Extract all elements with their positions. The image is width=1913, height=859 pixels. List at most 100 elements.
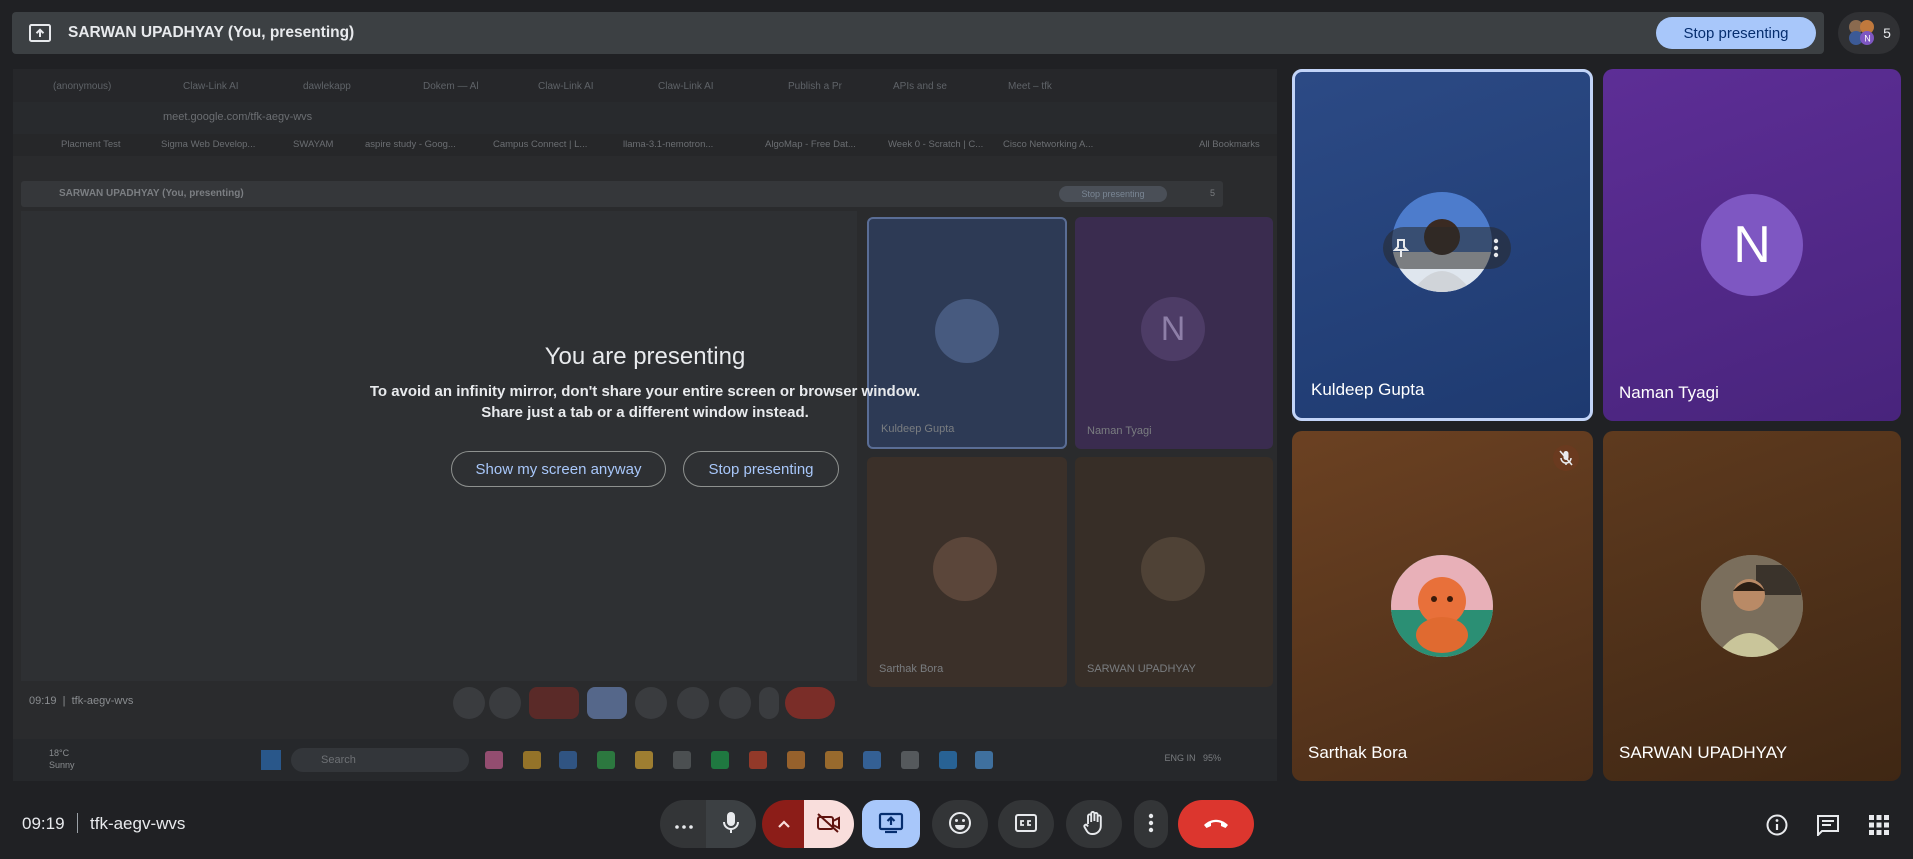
overlay-stop-presenting-button[interactable]: Stop presenting: [683, 451, 839, 487]
activities-grid-icon[interactable]: [1866, 812, 1892, 838]
divider: [77, 813, 78, 833]
browser-tab: Claw-Link AI: [538, 80, 594, 92]
leave-call-button[interactable]: [1178, 800, 1254, 848]
weather-widget: 18°C Sunny: [49, 748, 75, 770]
more-options-button[interactable]: [1134, 800, 1168, 848]
windows-start-icon: [261, 750, 281, 770]
inner-tile-name: Naman Tyagi: [1087, 425, 1152, 437]
camera-off-button[interactable]: [804, 800, 854, 848]
participant-tile[interactable]: Sarthak Bora: [1292, 431, 1593, 781]
presenting-banner: SARWAN UPADHYAY (You, presenting) Stop p…: [12, 12, 1824, 54]
more-options-icon[interactable]: [1493, 238, 1499, 263]
bookmark-item: SWAYAM: [293, 139, 334, 150]
chevron-up-icon: [777, 817, 791, 832]
spotify-icon: [711, 751, 729, 769]
app-icon: [673, 751, 691, 769]
chrome-icon: [825, 751, 843, 769]
browser-tab: dawlekapp: [303, 80, 351, 92]
inner-control-row: [453, 687, 843, 719]
browser-tab: (anonymous): [53, 80, 112, 92]
inner-tile: SARWAN UPADHYAY: [1075, 457, 1273, 687]
inner-time: 09:19 | tfk-aegv-wvs: [29, 695, 134, 707]
microphone-icon: [722, 811, 740, 838]
inner-stop-button: Stop presenting: [1059, 186, 1167, 202]
copilot-icon: [485, 751, 503, 769]
inner-people-count: 5: [1209, 188, 1215, 198]
meeting-details-icon[interactable]: [1764, 812, 1790, 838]
overlay-title: You are presenting: [544, 343, 746, 370]
more-audio-options-button[interactable]: [660, 800, 708, 848]
show-screen-anyway-button[interactable]: Show my screen anyway: [451, 451, 666, 487]
more-vert-icon: [1148, 813, 1154, 836]
call-end-icon: [1202, 816, 1230, 833]
participant-name: Sarthak Bora: [1308, 743, 1408, 762]
bookmark-item: Cisco Networking A...: [1003, 139, 1094, 150]
inner-tile-name: SARWAN UPADHYAY: [1087, 663, 1196, 675]
whatsapp-icon: [597, 751, 615, 769]
overlay-message-line1: To avoid an infinity mirror, don't share…: [369, 383, 921, 400]
browser-tab: Publish a Pr: [788, 80, 842, 92]
raise-hand-button[interactable]: [1066, 800, 1122, 848]
avatar: [1701, 555, 1803, 657]
muted-mic-icon: [1553, 445, 1579, 471]
meeting-time: 09:19: [22, 814, 65, 833]
people-button[interactable]: N 5: [1838, 12, 1900, 54]
svg-text:N: N: [1864, 34, 1871, 44]
tile-hover-controls: [1383, 227, 1511, 269]
inner-avatar: [933, 537, 997, 601]
bookmark-item: All Bookmarks: [1199, 139, 1260, 150]
mail-icon: [559, 751, 577, 769]
shared-screen-preview: (anonymous) Claw-Link AI dawlekapp Dokem…: [13, 69, 1277, 781]
system-tray: ENG IN 95%: [1164, 753, 1221, 763]
hand-icon: [1082, 810, 1106, 839]
chat-icon[interactable]: [1815, 812, 1841, 838]
bookmarks-bar: Placment Test Sigma Web Develop... SWAYA…: [13, 134, 1277, 156]
pin-icon[interactable]: [1392, 238, 1410, 263]
github-icon: [901, 751, 919, 769]
stop-presenting-button[interactable]: Stop presenting: [1656, 17, 1816, 49]
camera-options-button[interactable]: [762, 800, 806, 848]
bookmark-item: Campus Connect | L...: [493, 139, 588, 150]
inner-banner-title: SARWAN UPADHYAY (You, presenting): [59, 188, 244, 199]
avatar: [1391, 555, 1493, 657]
browser-tab: Dokem — Al: [423, 80, 479, 92]
notepad-icon: [975, 751, 993, 769]
closed-captions-icon: [1014, 813, 1038, 836]
present-to-all-icon: [878, 812, 904, 837]
address-bar: meet.google.com/tfk-aegv-wvs: [13, 102, 1277, 134]
bookmark-item: Sigma Web Develop...: [161, 139, 256, 150]
inner-avatar: [1141, 537, 1205, 601]
participant-tile[interactable]: Kuldeep Gupta: [1292, 69, 1593, 421]
presenting-title: SARWAN UPADHYAY (You, presenting): [68, 24, 355, 41]
ellipsis-icon: [675, 817, 693, 832]
app-icon: [523, 751, 541, 769]
chrome-icon: [787, 751, 805, 769]
bookmark-item: Placment Test: [61, 139, 121, 150]
microphone-button[interactable]: [706, 800, 756, 848]
participant-tile[interactable]: SARWAN UPADHYAY: [1603, 431, 1901, 781]
inner-tile-name: Kuldeep Gupta: [881, 423, 955, 435]
inner-presenting-banner: SARWAN UPADHYAY (You, presenting) Stop p…: [21, 181, 1223, 207]
browser-tab-strip: (anonymous) Claw-Link AI dawlekapp Dokem…: [13, 69, 1277, 102]
bookmark-item: aspire study - Goog...: [365, 139, 456, 150]
letter-avatar: N: [1701, 194, 1803, 296]
browser-tab: APIs and se: [893, 80, 947, 92]
participant-tile[interactable]: N Naman Tyagi: [1603, 69, 1901, 421]
vscode-icon: [939, 751, 957, 769]
reactions-button[interactable]: [932, 800, 988, 848]
inner-tile-name: Sarthak Bora: [879, 663, 944, 675]
camera-off-icon: [816, 812, 842, 837]
bookmark-item: AlgoMap - Free Dat...: [765, 139, 856, 150]
people-count: 5: [1883, 25, 1891, 41]
url-text: meet.google.com/tfk-aegv-wvs: [163, 111, 313, 123]
inner-meet-controls: 09:19 | tfk-aegv-wvs: [13, 681, 1277, 726]
participant-name: SARWAN UPADHYAY: [1619, 743, 1788, 762]
captions-button[interactable]: [998, 800, 1054, 848]
inner-tile: Sarthak Bora: [867, 457, 1067, 687]
participants-avatars-icon: N: [1847, 18, 1877, 48]
inner-mirror-area: [21, 211, 857, 681]
browser-tab: Meet – tfk: [1008, 80, 1052, 92]
participant-name: Kuldeep Gupta: [1311, 380, 1425, 399]
bookmark-item: llama-3.1-nemotron...: [623, 139, 714, 150]
present-now-button[interactable]: [862, 800, 920, 848]
